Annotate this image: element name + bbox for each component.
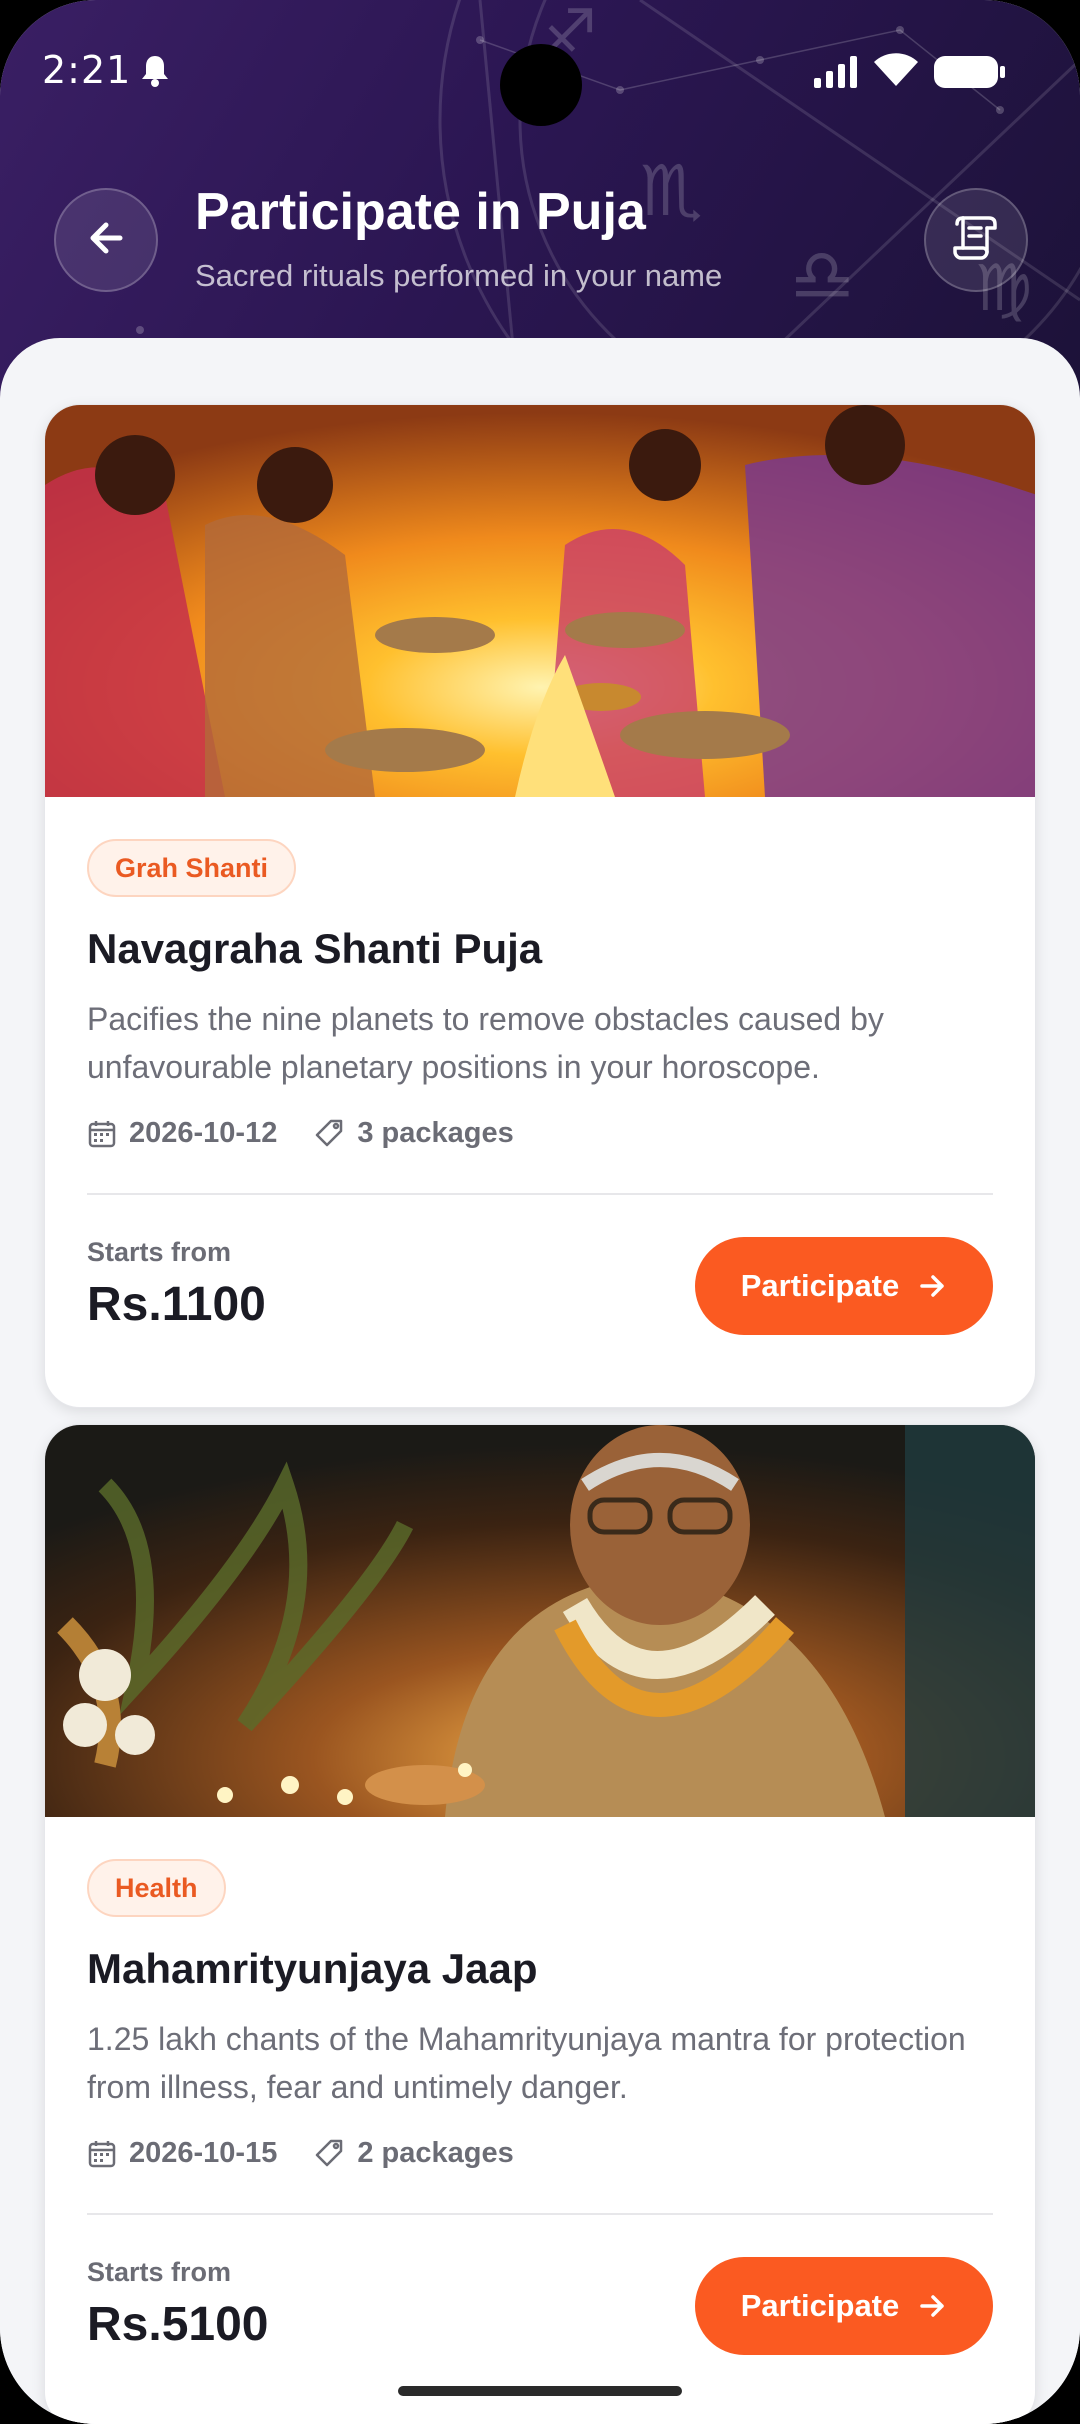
puja-title: Mahamrityunjaya Jaap bbox=[87, 1945, 538, 1992]
calendar-icon bbox=[87, 2139, 117, 2169]
puja-description: 1.25 lakh chants of the Mahamrityunjaya … bbox=[87, 2021, 966, 2105]
participate-label: Participate bbox=[740, 1268, 900, 1303]
participate-label: Participate bbox=[740, 2288, 900, 2323]
bookings-button[interactable] bbox=[924, 188, 1028, 292]
puja-date: 2026-10-12 bbox=[129, 1117, 278, 1149]
arrow-right-icon bbox=[917, 2291, 947, 2321]
puja-packages: 3 packages bbox=[357, 1117, 514, 1149]
puja-meta: 2026-10-12 3 packages bbox=[87, 1117, 514, 1150]
puja-price: Rs.5100 bbox=[87, 2298, 269, 2351]
status-time: 2:21 bbox=[42, 48, 132, 92]
participate-button[interactable]: Participate bbox=[695, 2257, 993, 2355]
arrow-left-icon bbox=[84, 216, 128, 265]
content-sheet: Grah Shanti Navagraha Shanti Puja Pacifi… bbox=[0, 338, 1080, 2424]
divider bbox=[87, 1193, 993, 1195]
puja-packages: 2 packages bbox=[357, 2137, 514, 2169]
battery-icon bbox=[934, 56, 1006, 93]
puja-image bbox=[45, 1425, 1035, 1817]
svg-text:♏: ♏ bbox=[640, 150, 703, 232]
puja-price: Rs.1100 bbox=[87, 1278, 266, 1331]
home-indicator[interactable] bbox=[398, 2386, 682, 2396]
bell-icon bbox=[140, 54, 170, 93]
arrow-right-icon bbox=[917, 1271, 947, 1301]
puja-title: Navagraha Shanti Puja bbox=[87, 925, 543, 972]
page-title: Participate in Puja bbox=[195, 183, 646, 241]
receipt-scroll-icon bbox=[951, 214, 1001, 267]
puja-date: 2026-10-15 bbox=[129, 2137, 278, 2169]
puja-card[interactable]: Grah Shanti Navagraha Shanti Puja Pacifi… bbox=[44, 404, 1036, 1408]
page-subtitle: Sacred rituals performed in your name bbox=[195, 258, 723, 293]
puja-description: Pacifies the nine planets to remove obst… bbox=[87, 1001, 884, 1085]
app-screen: ♏ ♎ ♐ ♍ 2:21 Participate in Puja Sacred … bbox=[0, 0, 1080, 2424]
tag-icon bbox=[313, 2139, 345, 2169]
category-tag: Health bbox=[87, 1859, 226, 1917]
participate-button[interactable]: Participate bbox=[695, 1237, 993, 1335]
wifi-icon bbox=[872, 50, 920, 93]
status-bar: 2:21 bbox=[0, 0, 1080, 140]
svg-text:♎: ♎ bbox=[790, 233, 855, 317]
back-button[interactable] bbox=[54, 188, 158, 292]
camera-cutout bbox=[500, 44, 582, 126]
puja-meta: 2026-10-15 2 packages bbox=[87, 2137, 514, 2170]
divider bbox=[87, 2213, 993, 2215]
tag-icon bbox=[313, 1119, 345, 1149]
puja-image bbox=[45, 405, 1035, 797]
starts-from-label: Starts from bbox=[87, 1237, 232, 1267]
puja-card[interactable]: Health Mahamrityunjaya Jaap 1.25 lakh ch… bbox=[44, 1424, 1036, 2424]
calendar-icon bbox=[87, 1119, 117, 1149]
starts-from-label: Starts from bbox=[87, 2257, 232, 2287]
category-tag: Grah Shanti bbox=[87, 839, 297, 897]
signal-icon bbox=[814, 56, 860, 93]
